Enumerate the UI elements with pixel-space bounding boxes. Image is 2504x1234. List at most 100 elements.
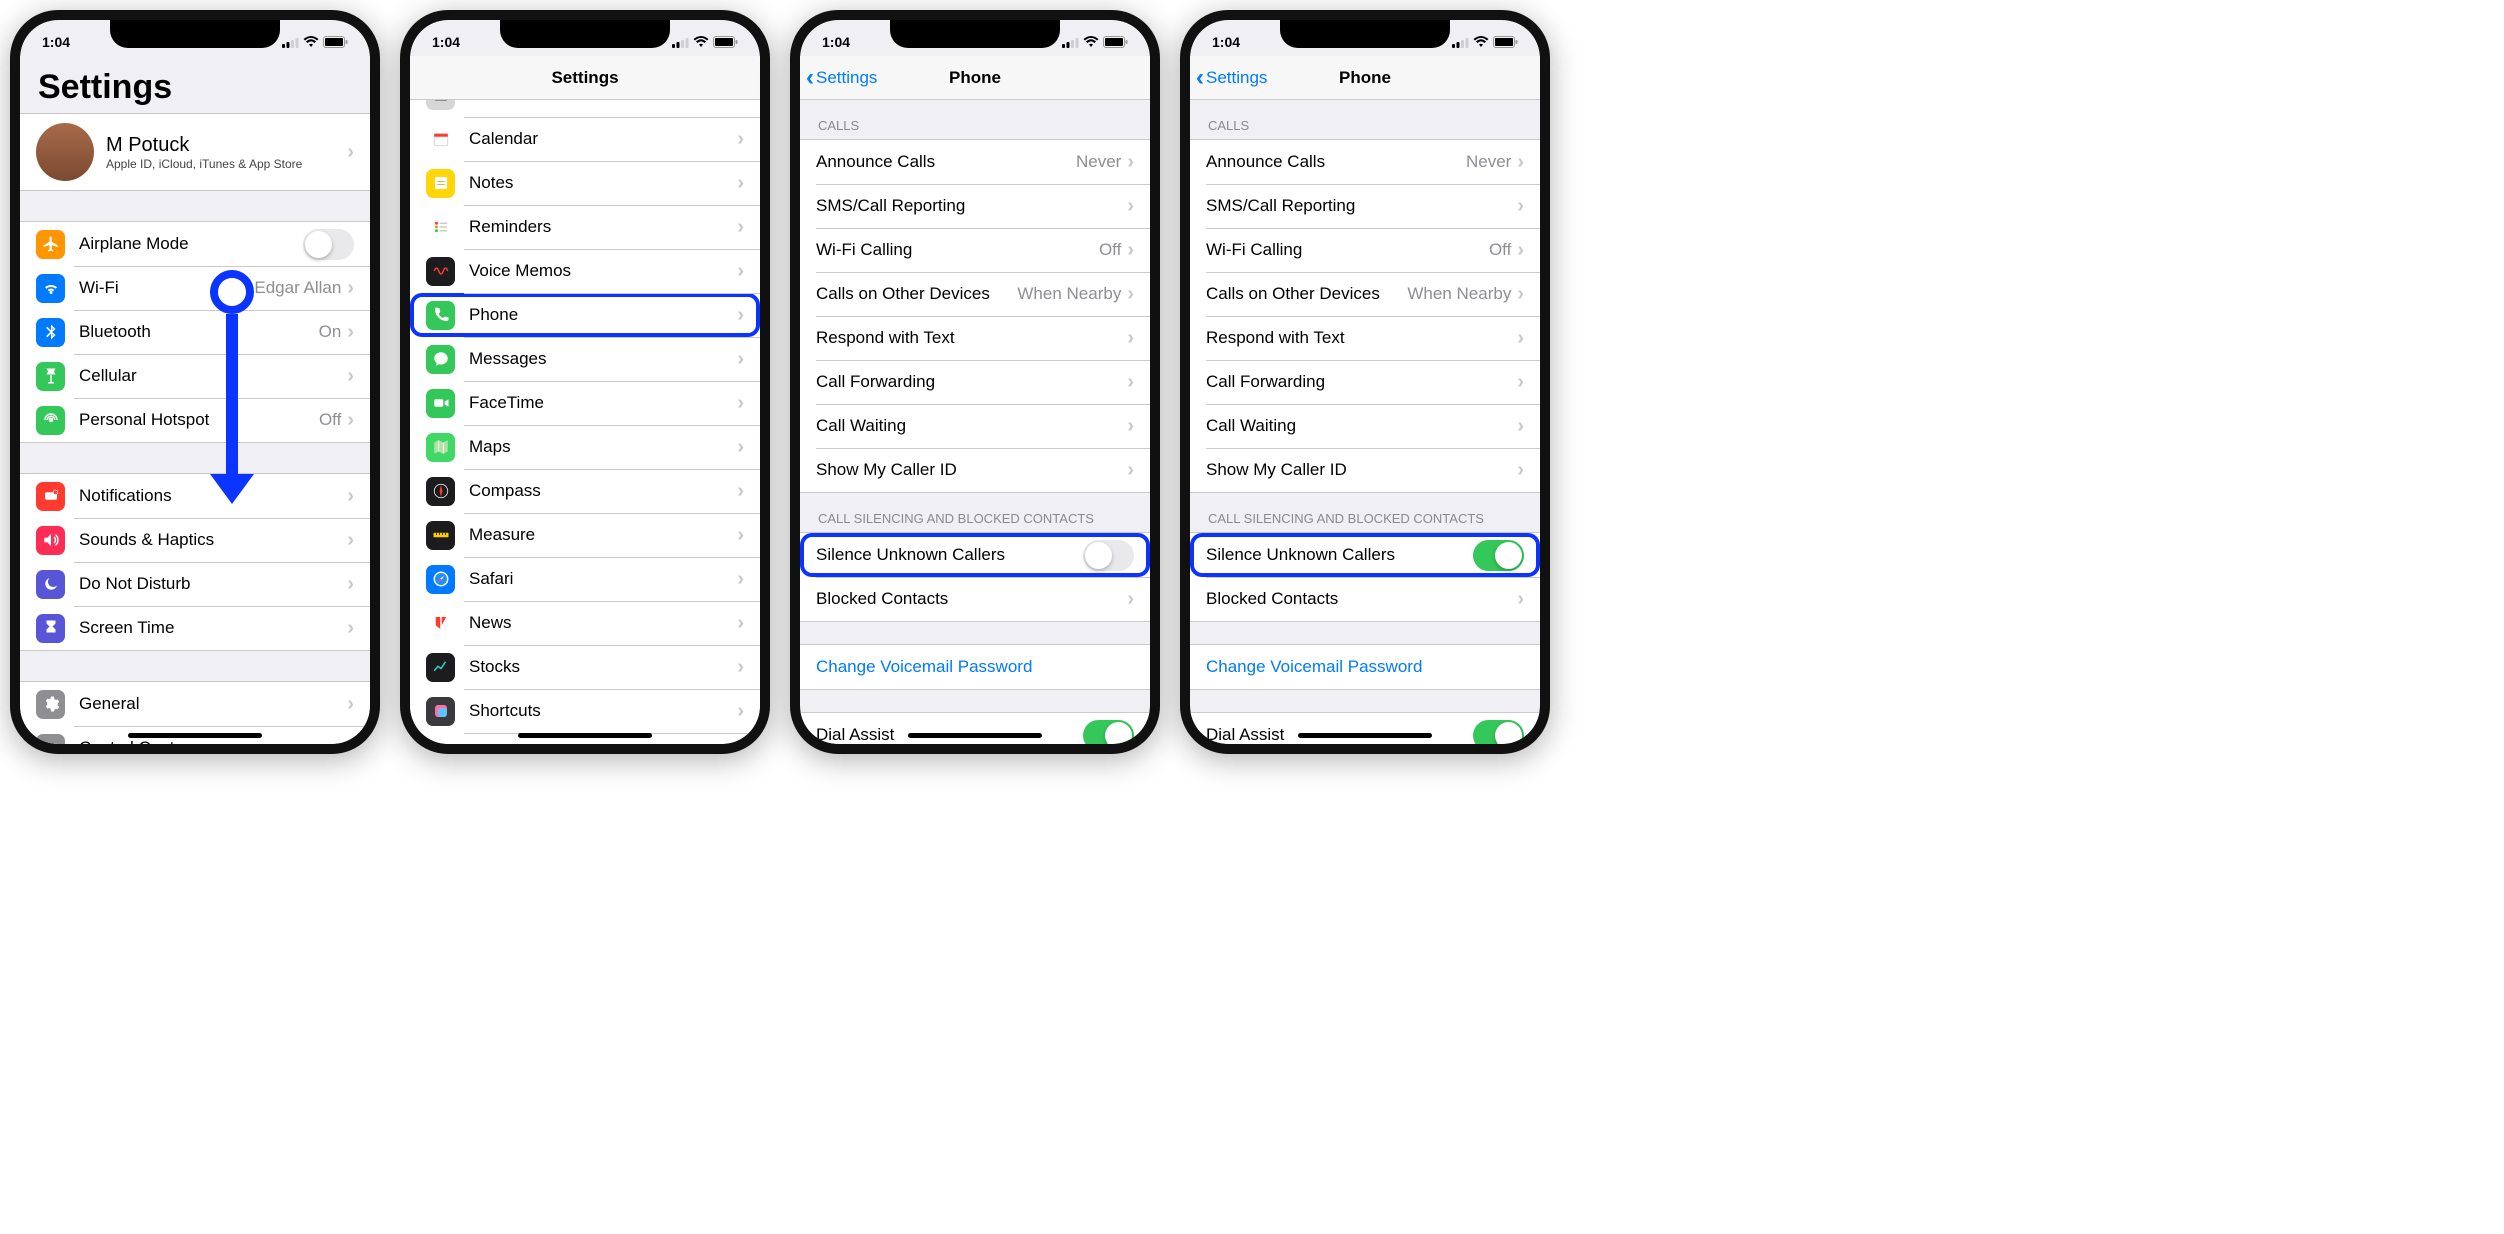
cell-voice-memos[interactable]: Voice Memos› (410, 249, 760, 293)
cell-news[interactable]: News› (410, 601, 760, 645)
toggle[interactable] (1473, 720, 1524, 745)
chevron-icon: › (347, 529, 354, 552)
chevron-icon: › (737, 304, 744, 327)
cell-call-waiting[interactable]: Call Waiting› (1190, 404, 1540, 448)
cell-sounds-haptics[interactable]: Sounds & Haptics› (20, 518, 370, 562)
cell-label: Compass (469, 481, 737, 501)
cell-label: Sounds & Haptics (79, 530, 347, 550)
battery-icon (323, 36, 348, 48)
notes-icon (426, 169, 455, 198)
cell-wi-fi-calling[interactable]: Wi-Fi CallingOff› (800, 228, 1150, 272)
chevron-icon: › (347, 573, 354, 596)
cell-silence-unknown-callers[interactable]: Silence Unknown Callers (800, 533, 1150, 577)
chevron-icon: › (1127, 283, 1134, 306)
phone-settings-scroll[interactable]: CALLSAnnounce CallsNever›SMS/Call Report… (800, 100, 1150, 744)
cell-reminders[interactable]: Reminders› (410, 205, 760, 249)
cell-sms-call-reporting[interactable]: SMS/Call Reporting› (800, 184, 1150, 228)
cell-messages[interactable]: Messages› (410, 337, 760, 381)
cell-screen-time[interactable]: Screen Time› (20, 606, 370, 650)
cell-icon (36, 362, 65, 391)
msg-icon (426, 345, 455, 374)
cell-detail: Never (1466, 152, 1511, 172)
cell-calendar[interactable]: Calendar› (410, 117, 760, 161)
cell-stocks[interactable]: Stocks› (410, 645, 760, 689)
cell-announce-calls[interactable]: Announce CallsNever› (800, 140, 1150, 184)
settings-scroll[interactable]: Settings M Potuck Apple ID, iCloud, iTun… (20, 56, 370, 744)
cell-detail: Off (1099, 240, 1121, 260)
home-indicator[interactable] (518, 733, 652, 738)
cell-detail: Off (1489, 240, 1511, 260)
cell-calls-on-other-devices[interactable]: Calls on Other DevicesWhen Nearby› (1190, 272, 1540, 316)
cell-label: Shortcuts (469, 701, 737, 721)
apple-id-cell[interactable]: M Potuck Apple ID, iCloud, iTunes & App … (20, 114, 370, 190)
cell-safari[interactable]: Safari› (410, 557, 760, 601)
cell-label: Maps (469, 437, 737, 457)
toggle[interactable] (1473, 540, 1524, 571)
cell-call-waiting[interactable]: Call Waiting› (800, 404, 1150, 448)
cell-show-my-caller-id[interactable]: Show My Caller ID› (1190, 448, 1540, 492)
cell-show-my-caller-id[interactable]: Show My Caller ID› (800, 448, 1150, 492)
chevron-icon: › (347, 365, 354, 388)
cell-wi-fi-calling[interactable]: Wi-Fi CallingOff› (1190, 228, 1540, 272)
cell-airplane-mode[interactable]: Airplane Mode (20, 222, 370, 266)
safari-icon (426, 565, 455, 594)
cell-announce-calls[interactable]: Announce CallsNever› (1190, 140, 1540, 184)
cell-contacts[interactable]: Contacts› (410, 100, 760, 117)
toggle[interactable] (1083, 540, 1134, 571)
cell-silence-unknown-callers[interactable]: Silence Unknown Callers (1190, 533, 1540, 577)
chevron-icon: › (737, 524, 744, 547)
cell-notifications[interactable]: Notifications› (20, 474, 370, 518)
change-voicemail-password[interactable]: Change Voicemail Password (800, 645, 1150, 689)
cell-wi-fi[interactable]: Wi-FiEdgar Allan› (20, 266, 370, 310)
chevron-icon: › (347, 693, 354, 716)
notch (1280, 20, 1450, 48)
back-button[interactable]: ‹Settings (1196, 66, 1267, 90)
phone-3: 1:04 ‹Settings Phone CALLSAnnounce Calls… (790, 10, 1160, 754)
ft-icon (426, 389, 455, 418)
settings-scroll[interactable]: Contacts›Calendar›Notes›Reminders›Voice … (410, 100, 760, 744)
phone-settings-scroll[interactable]: CALLSAnnounce CallsNever›SMS/Call Report… (1190, 100, 1540, 744)
hotspot-icon (36, 406, 65, 435)
cell-compass[interactable]: Compass› (410, 469, 760, 513)
toggle[interactable] (1083, 720, 1134, 745)
cell-dial-assist[interactable]: Dial Assist (1190, 713, 1540, 744)
cell-blocked-contacts[interactable]: Blocked Contacts› (800, 577, 1150, 621)
chevron-back-icon: ‹ (806, 66, 814, 90)
chevron-back-icon: ‹ (1196, 66, 1204, 90)
cell-detail: On (319, 322, 342, 342)
toggle[interactable] (303, 229, 354, 260)
cell-general[interactable]: General› (20, 682, 370, 726)
cell-sms-call-reporting[interactable]: SMS/Call Reporting› (1190, 184, 1540, 228)
cell-do-not-disturb[interactable]: Do Not Disturb› (20, 562, 370, 606)
change-voicemail-password[interactable]: Change Voicemail Password (1190, 645, 1540, 689)
cell-label: Notes (469, 173, 737, 193)
cell-call-forwarding[interactable]: Call Forwarding› (800, 360, 1150, 404)
chevron-icon: › (1517, 283, 1524, 306)
cell-respond-with-text[interactable]: Respond with Text› (1190, 316, 1540, 360)
cell-cellular[interactable]: Cellular› (20, 354, 370, 398)
nav-title: Phone (1339, 68, 1391, 88)
cell-maps[interactable]: Maps› (410, 425, 760, 469)
cell-label: Call Waiting (1206, 416, 1517, 436)
cell-calls-on-other-devices[interactable]: Calls on Other DevicesWhen Nearby› (800, 272, 1150, 316)
nav-bar: Settings (410, 56, 760, 100)
shortcuts-icon (426, 697, 455, 726)
home-indicator[interactable] (1298, 733, 1432, 738)
cell-measure[interactable]: Measure› (410, 513, 760, 557)
battery-icon (1493, 36, 1518, 48)
cell-dial-assist[interactable]: Dial Assist (800, 713, 1150, 744)
cell-personal-hotspot[interactable]: Personal HotspotOff› (20, 398, 370, 442)
back-button[interactable]: ‹Settings (806, 66, 877, 90)
cell-label: Calendar (469, 129, 737, 149)
cell-respond-with-text[interactable]: Respond with Text› (800, 316, 1150, 360)
cell-notes[interactable]: Notes› (410, 161, 760, 205)
cell-bluetooth[interactable]: BluetoothOn› (20, 310, 370, 354)
cell-label: Control Center (79, 738, 347, 744)
cell-phone[interactable]: Phone› (410, 293, 760, 337)
cell-call-forwarding[interactable]: Call Forwarding› (1190, 360, 1540, 404)
cell-facetime[interactable]: FaceTime› (410, 381, 760, 425)
cell-blocked-contacts[interactable]: Blocked Contacts› (1190, 577, 1540, 621)
home-indicator[interactable] (908, 733, 1042, 738)
home-indicator[interactable] (128, 733, 262, 738)
cell-shortcuts[interactable]: Shortcuts› (410, 689, 760, 733)
